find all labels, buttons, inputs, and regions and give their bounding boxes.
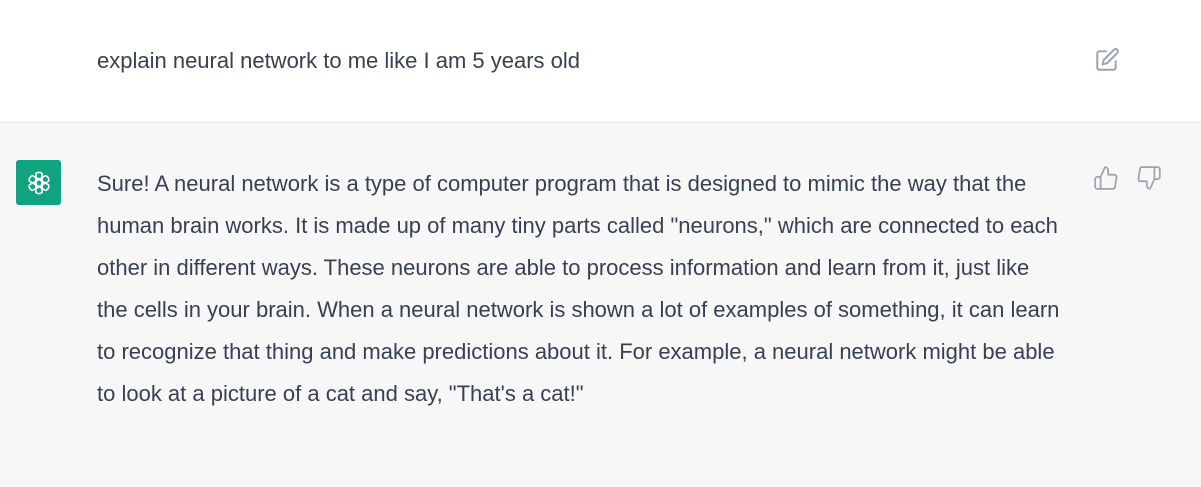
openai-logo-icon (16, 160, 61, 205)
thumbs-down-icon[interactable] (1136, 165, 1162, 191)
thumbs-up-icon[interactable] (1093, 165, 1119, 191)
user-message-row: explain neural network to me like I am 5… (0, 0, 1201, 123)
user-message-text: explain neural network to me like I am 5… (97, 48, 581, 73)
assistant-message-row: Sure! A neural network is a type of comp… (0, 123, 1201, 487)
edit-icon[interactable] (1094, 47, 1120, 73)
assistant-message-text: Sure! A neural network is a type of comp… (97, 171, 1060, 406)
